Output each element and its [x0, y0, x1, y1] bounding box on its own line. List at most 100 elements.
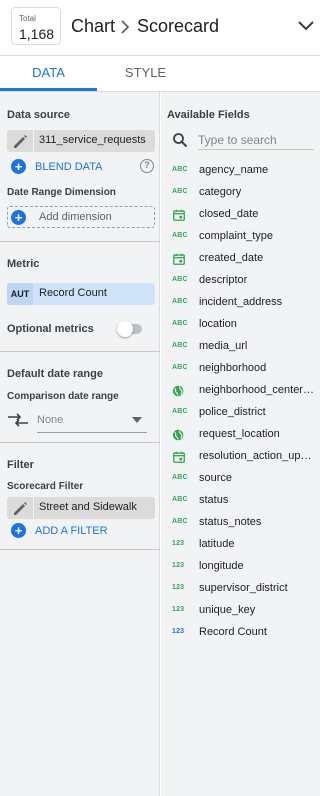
text-type-icon: ABC [172, 232, 188, 239]
field-item[interactable]: 123 latitude [161, 534, 320, 556]
field-item[interactable]: ABC police_district [161, 402, 320, 424]
text-type-icon: ABC [172, 474, 188, 481]
field-name: neighborhood_center_point [199, 384, 316, 396]
globe-icon [172, 428, 188, 442]
text-type-icon: ABC [172, 166, 188, 173]
field-item[interactable]: 123 unique_key [161, 600, 320, 622]
field-item[interactable]: ABC incident_address [161, 292, 320, 314]
field-name: location [199, 318, 237, 330]
toggle-knob[interactable] [117, 321, 133, 337]
help-icon[interactable]: ? [140, 159, 154, 173]
field-name: agency_name [199, 164, 269, 176]
field-name: unique_key [199, 604, 256, 616]
field-name: closed_date [199, 208, 259, 220]
text-type-icon: ABC [172, 188, 188, 195]
comparison-date-range-select[interactable]: None [37, 409, 147, 433]
metric-chip-record-count[interactable]: AUT Record Count [7, 283, 155, 305]
metric-name: Record Count [39, 287, 107, 299]
field-name: neighborhood [199, 362, 267, 374]
section-divider [0, 351, 160, 352]
section-divider [0, 549, 160, 550]
available-fields-panel: Available Fields ABC agency_name ABC catego… [161, 92, 320, 796]
number-type-icon: 123 [172, 606, 185, 613]
active-tab-indicator [0, 88, 97, 91]
field-name: media_url [199, 340, 248, 352]
text-type-icon: ABC [172, 320, 188, 327]
scorecard-filter-chip[interactable]: Street and Sidewalk [7, 497, 155, 519]
section-divider [0, 442, 160, 443]
field-item[interactable]: request_location [161, 424, 320, 446]
chevron-down-icon[interactable] [297, 19, 315, 33]
data-source-chip[interactable]: 311_service_requests [7, 130, 155, 152]
pencil-icon[interactable] [11, 500, 29, 516]
plus-circle-icon: + [11, 210, 26, 225]
field-name: complaint_type [199, 230, 273, 242]
compare-arrows-icon [8, 413, 28, 427]
optional-metrics-label: Optional metrics [7, 323, 94, 335]
pencil-icon[interactable] [11, 133, 29, 149]
field-item[interactable]: ABC status_notes [161, 512, 320, 534]
field-name: status_notes [199, 516, 262, 528]
field-item[interactable]: 123 longitude [161, 556, 320, 578]
globe-icon [172, 384, 188, 398]
filter-title: Filter [7, 459, 34, 471]
number-type-icon: 123 [172, 540, 185, 547]
field-item[interactable]: 123 supervisor_district [161, 578, 320, 600]
number-type-icon: 123 [172, 584, 185, 591]
field-item[interactable]: ABC complaint_type [161, 226, 320, 248]
field-item[interactable]: created_date [161, 248, 320, 270]
field-name: category [199, 186, 242, 198]
comparison-value: None [37, 414, 64, 426]
calendar-icon [172, 450, 188, 464]
field-search-input[interactable] [198, 130, 314, 150]
field-name: latitude [199, 538, 235, 550]
data-config-panel: Data source 311_service_requests + BLEND… [0, 92, 160, 796]
plus-circle-icon[interactable]: + [11, 159, 26, 174]
text-type-icon: ABC [172, 496, 188, 503]
scorecard-filter-label: Scorecard Filter [7, 481, 84, 492]
field-item[interactable]: 123 Record Count [161, 622, 320, 644]
field-list: ABC agency_name ABC category closed_date ABC c… [161, 160, 320, 644]
number-type-icon: 123 [172, 628, 185, 635]
panel-tabs: DATA STYLE [0, 56, 320, 92]
text-type-icon: ABC [172, 364, 188, 371]
text-type-icon: ABC [172, 276, 188, 283]
caret-down-icon [132, 417, 142, 423]
field-item[interactable]: closed_date [161, 204, 320, 226]
number-type-icon: 123 [172, 562, 185, 569]
field-item[interactable]: ABC agency_name [161, 160, 320, 182]
breadcrumb-scorecard: Scorecard [137, 16, 220, 36]
default-date-range-title: Default date range [7, 368, 103, 380]
field-item[interactable]: ABC neighborhood [161, 358, 320, 380]
field-item[interactable]: ABC media_url [161, 336, 320, 358]
field-name: resolution_action_updated_date [199, 450, 316, 462]
field-name: police_district [199, 406, 266, 418]
data-source-name: 311_service_requests [39, 134, 146, 146]
field-item[interactable]: ABC status [161, 490, 320, 512]
chip-separator [33, 130, 34, 152]
field-item[interactable]: ABC descriptor [161, 270, 320, 292]
field-name: supervisor_district [199, 582, 288, 594]
add-filter-button[interactable]: ADD A FILTER [35, 525, 108, 537]
field-item[interactable]: ABC location [161, 314, 320, 336]
plus-circle-icon[interactable]: + [11, 523, 26, 538]
text-type-icon: ABC [172, 342, 188, 349]
blend-data-button[interactable]: BLEND DATA [35, 161, 102, 173]
metric-title: Metric [7, 258, 40, 270]
field-item[interactable]: neighborhood_center_point [161, 380, 320, 402]
calendar-icon [172, 252, 188, 266]
field-name: request_location [199, 428, 280, 440]
field-name: source [199, 472, 233, 484]
field-name: created_date [199, 252, 264, 264]
aggregation-badge[interactable]: AUT [7, 283, 33, 305]
field-item[interactable]: ABC source [161, 468, 320, 490]
field-item[interactable]: ABC category [161, 182, 320, 204]
section-divider [0, 241, 160, 242]
field-name: incident_address [199, 296, 283, 308]
tab-style[interactable]: STYLE [97, 56, 194, 92]
add-dimension-button[interactable]: + Add dimension [7, 206, 155, 228]
breadcrumb-chart[interactable]: Chart [71, 16, 115, 37]
calendar-icon [172, 208, 188, 222]
tab-data[interactable]: DATA [0, 56, 97, 92]
field-item[interactable]: resolution_action_updated_date [161, 446, 320, 468]
